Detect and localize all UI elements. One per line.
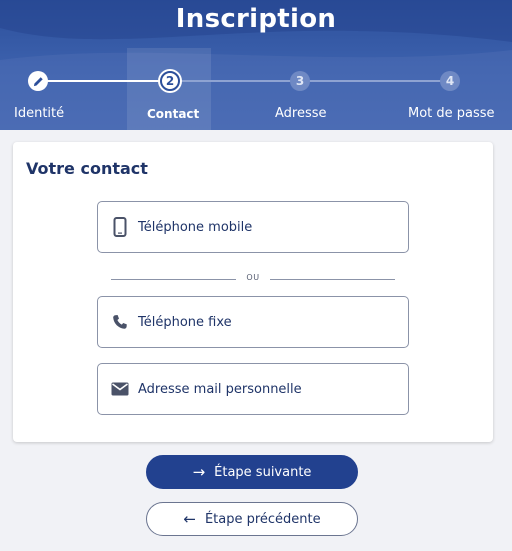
step-1-circle[interactable] <box>28 71 48 91</box>
stepper-line-todo <box>170 80 450 82</box>
mobile-phone-icon <box>110 217 130 237</box>
arrow-right-icon: → <box>192 463 206 481</box>
pencil-icon <box>33 76 43 86</box>
previous-step-label: Étape précédente <box>204 511 321 527</box>
contact-card: Votre contact Téléphone mobile OU Téléph… <box>13 142 493 442</box>
step-1-label[interactable]: Identité <box>14 106 64 121</box>
header-banner: Inscription 2 3 4 Identité Contact Adres… <box>0 0 512 130</box>
mobile-phone-option[interactable]: Téléphone mobile <box>97 201 409 253</box>
step-2-circle: 2 <box>160 71 180 91</box>
step-3-circle: 3 <box>290 71 310 91</box>
stepper-line-done <box>38 80 170 82</box>
divider-line-right <box>270 279 395 280</box>
landline-phone-label: Téléphone fixe <box>138 314 232 330</box>
card-title: Votre contact <box>26 159 148 178</box>
arrow-left-icon: ← <box>183 510 196 528</box>
previous-step-button[interactable]: ← Étape précédente <box>146 502 358 536</box>
mail-icon <box>110 379 130 399</box>
email-label: Adresse mail personnelle <box>138 381 302 397</box>
page-title: Inscription <box>175 4 337 34</box>
or-divider: OU <box>111 273 395 285</box>
divider-text: OU <box>246 273 260 282</box>
step-4-circle: 4 <box>440 71 460 91</box>
step-3-label: Adresse <box>275 106 327 121</box>
step-4-label: Mot de passe <box>408 106 495 121</box>
email-option[interactable]: Adresse mail personnelle <box>97 363 409 415</box>
next-step-label: Étape suivante <box>214 464 312 480</box>
step-2-label: Contact <box>147 107 200 121</box>
next-step-button[interactable]: → Étape suivante <box>146 455 358 489</box>
phone-icon <box>110 312 130 332</box>
mobile-phone-label: Téléphone mobile <box>138 219 253 235</box>
landline-phone-option[interactable]: Téléphone fixe <box>97 296 409 348</box>
